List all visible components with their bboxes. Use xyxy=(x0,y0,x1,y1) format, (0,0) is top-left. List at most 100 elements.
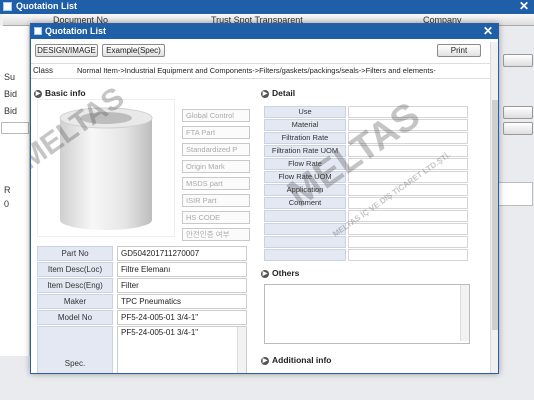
detail-value[interactable] xyxy=(348,184,468,196)
right-button-3[interactable] xyxy=(503,122,533,135)
part-no-row: Part No GD504201711270007 xyxy=(37,246,247,261)
basic-info-section-title: ▶ Basic info xyxy=(34,88,86,98)
class-label: Class xyxy=(33,66,54,75)
print-button[interactable]: Print xyxy=(437,44,481,57)
detail-row-use: Use xyxy=(264,106,468,118)
maker-label: Maker xyxy=(37,294,113,309)
part-no-field[interactable]: GD504201711270007 xyxy=(117,246,247,261)
detail-label: Flow Rate UOM xyxy=(264,171,346,183)
global-control-button[interactable]: Global Control xyxy=(182,109,250,122)
hs-code-button[interactable]: HS CODE xyxy=(182,211,250,224)
detail-row-comment: Comment xyxy=(264,197,468,209)
outer-left-panel: Su Bid Bid R 0 xyxy=(0,26,30,356)
additional-info-section-title: ▶ Additional info xyxy=(261,355,332,365)
others-textarea[interactable] xyxy=(264,284,470,344)
filter-cylinder-image xyxy=(59,107,153,230)
quotation-modal: Quotation List ✕ DESIGN/IMAGE Example(Sp… xyxy=(30,23,499,374)
detail-row-empty xyxy=(264,223,468,235)
detail-value[interactable] xyxy=(348,145,468,157)
left-label-r: R xyxy=(4,185,11,195)
outer-close-icon[interactable]: ✕ xyxy=(519,0,529,13)
origin-mark-button[interactable]: Origin Mark xyxy=(182,160,250,173)
modal-close-icon[interactable]: ✕ xyxy=(483,24,493,38)
detail-label: Filtration Rate xyxy=(264,132,346,144)
detail-label xyxy=(264,210,346,222)
detail-label: Comment xyxy=(264,197,346,209)
right-button-1[interactable] xyxy=(503,54,533,67)
class-row: Class Normal Item->Industrial Equipment … xyxy=(31,63,491,79)
detail-row-material: Material xyxy=(264,119,468,131)
detail-value[interactable] xyxy=(348,132,468,144)
model-no-label: Model No xyxy=(37,310,113,325)
detail-label: Flow Rate xyxy=(264,158,346,170)
right-grid-cell xyxy=(497,182,533,206)
others-scrollbar[interactable] xyxy=(460,285,469,341)
left-label-0: 0 xyxy=(4,199,10,209)
modal-titlebar: Quotation List ✕ xyxy=(31,24,498,39)
detail-value[interactable] xyxy=(348,106,468,118)
item-desc-loc-row: Item Desc(Loc) Filtre Elemanı xyxy=(37,262,247,277)
outer-right-panel xyxy=(497,26,534,356)
item-desc-eng-row: Item Desc(Eng) Filter xyxy=(37,278,247,293)
detail-row-flow-uom: Flow Rate UOM xyxy=(264,171,468,183)
model-no-field[interactable]: PF5-24-005-01 3/4-1" xyxy=(117,310,247,325)
detail-section-title: ▶ Detail xyxy=(261,88,296,98)
spec-label: Spec. xyxy=(64,359,86,368)
detail-label xyxy=(264,236,346,248)
left-field[interactable] xyxy=(1,122,29,134)
detail-row-filtration-rate: Filtration Rate xyxy=(264,132,468,144)
detail-value[interactable] xyxy=(348,210,468,222)
outer-window-title: Quotation List xyxy=(16,1,77,11)
detail-value[interactable] xyxy=(348,119,468,131)
left-label-su: Su xyxy=(4,72,16,82)
outer-window-titlebar: Quotation List ✕ xyxy=(0,0,534,14)
detail-row-application: Application xyxy=(264,184,468,196)
product-image xyxy=(37,99,175,237)
example-spec-button[interactable]: Example(Spec) xyxy=(102,44,165,57)
msds-part-button[interactable]: MSDS part xyxy=(182,177,250,190)
spec-text: PF5-24-005-01 3/4-1" xyxy=(121,328,199,337)
design-image-button[interactable]: DESIGN/IMAGE xyxy=(35,44,98,57)
detail-value[interactable] xyxy=(348,236,468,248)
modal-vertical-scrollbar[interactable] xyxy=(490,42,498,373)
item-desc-loc-field[interactable]: Filtre Elemanı xyxy=(117,262,247,277)
part-no-label: Part No xyxy=(37,246,113,261)
detail-label xyxy=(264,249,346,261)
detail-label: Material xyxy=(264,119,346,131)
detail-value[interactable] xyxy=(348,249,468,261)
right-button-2[interactable] xyxy=(503,106,533,119)
section-bullet-icon: ▶ xyxy=(34,89,42,98)
detail-label: Filtration Rate UOM xyxy=(264,145,346,157)
section-bullet-icon: ▶ xyxy=(261,269,269,278)
scrollbar-thumb[interactable] xyxy=(492,100,498,330)
spec-scrollbar[interactable] xyxy=(237,327,246,373)
detail-label xyxy=(264,223,346,235)
maker-row: Maker TPC Pneumatics xyxy=(37,294,247,309)
spec-label-cell: Spec. xyxy=(37,326,113,373)
spec-field[interactable]: PF5-24-005-01 3/4-1" xyxy=(117,326,247,373)
item-desc-eng-field[interactable]: Filter xyxy=(117,278,247,293)
model-no-row: Model No PF5-24-005-01 3/4-1" xyxy=(37,310,247,325)
detail-value[interactable] xyxy=(348,158,468,170)
isir-part-button[interactable]: ISIR Part xyxy=(182,194,250,207)
item-desc-loc-label: Item Desc(Loc) xyxy=(37,262,113,277)
fta-part-button[interactable]: FTA Part xyxy=(182,126,250,139)
modal-title: Quotation List xyxy=(45,26,106,36)
left-label-bid2: Bid xyxy=(4,106,18,116)
detail-value[interactable] xyxy=(348,171,468,183)
detail-value[interactable] xyxy=(348,197,468,209)
item-desc-eng-label: Item Desc(Eng) xyxy=(37,278,113,293)
maker-field[interactable]: TPC Pneumatics xyxy=(117,294,247,309)
section-bullet-icon: ▶ xyxy=(261,356,269,365)
window-icon xyxy=(3,2,12,11)
detail-row-filtration-uom: Filtration Rate UOM xyxy=(264,145,468,157)
detail-row-empty xyxy=(264,249,468,261)
section-bullet-icon: ▶ xyxy=(261,89,269,98)
detail-row-empty xyxy=(264,210,468,222)
safety-cert-button[interactable]: 안전인증 여부 xyxy=(182,228,250,241)
detail-row-flow-rate: Flow Rate xyxy=(264,158,468,170)
detail-value[interactable] xyxy=(348,223,468,235)
standardized-button[interactable]: Standardized P xyxy=(182,143,250,156)
modal-window-icon xyxy=(34,27,42,35)
class-path: Normal Item->Industrial Equipment and Co… xyxy=(77,66,436,75)
